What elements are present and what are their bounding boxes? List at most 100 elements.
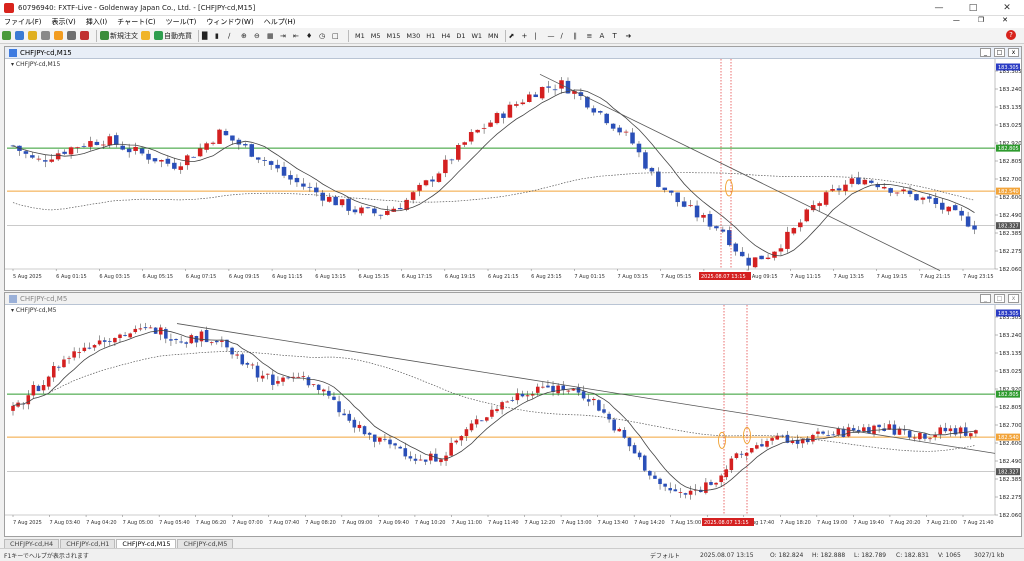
bar-chart-icon[interactable]: █ xyxy=(202,30,212,42)
tab-chfjpy-m15[interactable]: CHFJPY-cd,M15 xyxy=(116,539,177,548)
new-chart-icon[interactable] xyxy=(2,30,12,42)
bear-candle xyxy=(610,123,616,129)
window-controls: — □ ✕ xyxy=(922,0,1024,16)
bear-candle xyxy=(230,135,235,141)
price-label: 182.490 xyxy=(999,459,1021,465)
fibonacci-icon[interactable]: ≡ xyxy=(587,30,597,42)
bull-candle xyxy=(530,394,535,396)
channel-icon[interactable]: ∥ xyxy=(574,30,584,42)
auto-trade-button[interactable]: 自動売買 xyxy=(154,30,192,42)
indicators-icon[interactable]: ♦ xyxy=(306,30,316,42)
tab-chfjpy-m5[interactable]: CHFJPY-cd,M5 xyxy=(177,539,234,548)
zoom-out-icon[interactable]: ⊖ xyxy=(254,30,264,42)
bull-candle xyxy=(901,189,906,192)
bull-candle xyxy=(133,328,138,333)
tile-windows-icon[interactable]: ▦ xyxy=(267,30,277,42)
chart-shift-icon[interactable]: ⇤ xyxy=(293,30,303,42)
bear-candle xyxy=(826,435,830,437)
timeframe-m30[interactable]: M30 xyxy=(403,32,423,40)
chart-close-icon[interactable]: x xyxy=(1008,294,1019,303)
candle-chart-icon[interactable]: ▮ xyxy=(215,30,225,42)
meta-editor-icon[interactable] xyxy=(141,30,151,42)
m5-chart[interactable]: ▾ CHFJPY-cd,M5 183.305 183.240 183.135 183.0… xyxy=(5,305,1022,536)
menu-file[interactable]: ファイル(F) xyxy=(4,17,42,27)
mdi-minimize-icon[interactable]: — xyxy=(953,16,960,24)
chart-symbol-label: ▾ CHFJPY-cd,M15 xyxy=(11,61,60,68)
bear-candle xyxy=(501,113,506,118)
price-label: 182.060 xyxy=(999,267,1021,273)
timeframe-w1[interactable]: W1 xyxy=(468,32,485,40)
window-title: 60796940: FXTF-Live - Goldenway Japan Co… xyxy=(18,3,256,12)
timeframe-mn[interactable]: MN xyxy=(485,32,501,40)
timeframe-m5[interactable]: M5 xyxy=(368,32,384,40)
chart-minimize-icon[interactable]: _ xyxy=(980,294,991,303)
chart-restore-icon[interactable]: □ xyxy=(994,48,1005,57)
chart-minimize-icon[interactable]: _ xyxy=(980,48,991,57)
chart-window-controls: _ □ x xyxy=(980,48,1019,57)
bear-candle xyxy=(346,198,351,211)
chart-window-m15[interactable]: CHFJPY-cd,M15 _ □ x ▾ CHFJPY-cd,M15 183.3… xyxy=(4,46,1022,291)
bear-candle xyxy=(423,459,428,462)
zoom-in-icon[interactable]: ⊕ xyxy=(241,30,251,42)
menu-window[interactable]: ウィンドウ(W) xyxy=(206,17,253,27)
menu-help[interactable]: ヘルプ(H) xyxy=(264,17,296,27)
horizontal-line-icon[interactable]: — xyxy=(548,30,558,42)
bear-candle xyxy=(108,341,112,342)
chart-close-icon[interactable]: x xyxy=(1008,48,1019,57)
templates-icon[interactable]: □ xyxy=(332,30,342,42)
bear-candle xyxy=(965,216,971,227)
bear-candle xyxy=(271,374,275,385)
mdi-restore-icon[interactable]: ❐ xyxy=(978,16,984,24)
timeframe-d1[interactable]: D1 xyxy=(453,32,468,40)
vertical-line-icon[interactable]: | xyxy=(535,30,545,42)
close-icon[interactable]: ✕ xyxy=(990,0,1024,16)
price-label: 183.025 xyxy=(999,123,1021,129)
tab-chfjpy-h1[interactable]: CHFJPY-cd,H1 xyxy=(60,539,116,548)
menu-view[interactable]: 表示(V) xyxy=(52,17,76,27)
chart-restore-icon[interactable]: □ xyxy=(994,294,1005,303)
crosshair-icon[interactable]: + xyxy=(522,30,532,42)
timeframe-h1[interactable]: H1 xyxy=(423,32,438,40)
menu-tools[interactable]: ツール(T) xyxy=(166,17,197,27)
time-label: 5 Aug 2025 xyxy=(13,274,42,280)
periods-icon[interactable]: ◷ xyxy=(319,30,329,42)
profiles-icon[interactable] xyxy=(15,30,25,42)
maximize-icon[interactable]: □ xyxy=(956,0,990,16)
chart-window-m5[interactable]: CHFJPY-cd,M5 _ □ x ▾ CHFJPY-cd,M5 183.305… xyxy=(4,292,1022,537)
text-label-icon[interactable]: T xyxy=(613,30,623,42)
timeframe-m15[interactable]: M15 xyxy=(384,32,404,40)
navigator-icon[interactable] xyxy=(54,30,64,42)
bull-candle xyxy=(791,228,797,234)
mdi-close-icon[interactable]: ✕ xyxy=(1002,16,1008,24)
arrows-icon[interactable]: ➜ xyxy=(626,30,636,42)
bear-candle xyxy=(675,192,680,203)
data-window-icon[interactable] xyxy=(41,30,51,42)
bull-candle xyxy=(507,104,513,118)
tester-icon[interactable] xyxy=(80,30,90,42)
minimize-icon[interactable]: — xyxy=(922,0,956,16)
line-chart-icon[interactable]: ∕ xyxy=(228,30,238,42)
bear-candle xyxy=(81,145,87,147)
bear-candle xyxy=(174,339,178,341)
cursor-icon[interactable]: ⬈ xyxy=(509,30,519,42)
menu-chart[interactable]: チャート(C) xyxy=(117,17,155,27)
text-tool-icon[interactable]: A xyxy=(600,30,610,42)
new-order-button[interactable]: 新規注文 xyxy=(100,30,138,42)
bull-candle xyxy=(688,205,693,207)
tab-chfjpy-h4[interactable]: CHFJPY-cd,H4 xyxy=(4,539,60,548)
alert-icon[interactable]: ? xyxy=(1006,30,1016,40)
bull-candle xyxy=(912,437,917,439)
menu-insert[interactable]: 挿入(I) xyxy=(86,17,108,27)
bull-candle xyxy=(68,147,74,155)
m15-chart[interactable]: ▾ CHFJPY-cd,M15 183.305 183.240 183.135 183.… xyxy=(5,59,1022,290)
autoscroll-icon[interactable]: ⇥ xyxy=(280,30,290,42)
timeframe-h4[interactable]: H4 xyxy=(438,32,453,40)
timeframe-m1[interactable]: M1 xyxy=(352,32,368,40)
price-label: 182.700 xyxy=(999,423,1021,429)
trendline-icon[interactable]: ∕ xyxy=(561,30,571,42)
time-label: 7 Aug 21:00 xyxy=(926,520,957,526)
terminal-icon[interactable] xyxy=(67,30,77,42)
bear-candle xyxy=(367,432,372,435)
bear-candle xyxy=(240,354,245,365)
market-watch-icon[interactable] xyxy=(28,30,38,42)
